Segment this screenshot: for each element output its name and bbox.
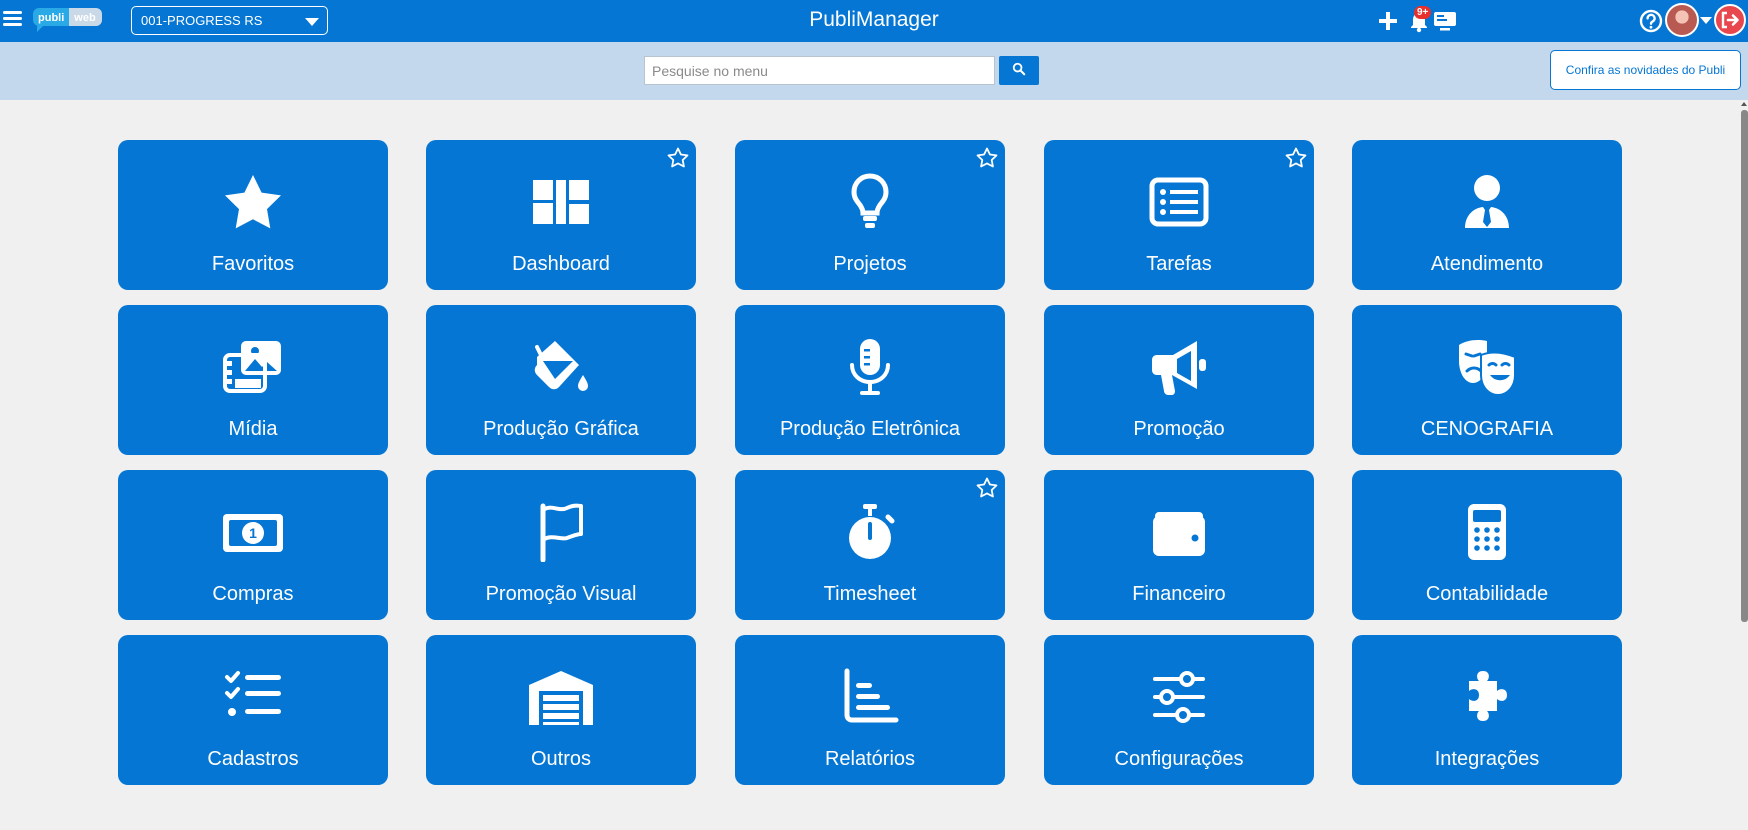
tile-cadastros[interactable]: Cadastros — [118, 635, 388, 785]
favorite-star-icon[interactable] — [1284, 146, 1308, 170]
company-select[interactable]: 001-PROGRESS RS — [131, 6, 328, 35]
tile-label: Outros — [530, 748, 592, 770]
tile-relatorios[interactable]: Relatórios — [735, 635, 1005, 785]
tile-atendimento[interactable]: Atendimento — [1352, 140, 1622, 290]
microphone-icon — [850, 339, 890, 395]
favorite-star-icon[interactable] — [975, 146, 999, 170]
tile-configuracoes[interactable]: Configurações — [1044, 635, 1314, 785]
list-card-icon — [1149, 177, 1209, 227]
scroll-thumb[interactable] — [1741, 110, 1748, 622]
warehouse-icon — [529, 671, 593, 725]
notification-badge: 9+ — [1414, 6, 1432, 19]
tile-outros[interactable]: Outros — [426, 635, 696, 785]
tile-label: Timesheet — [823, 583, 917, 605]
tile-label: Cadastros — [207, 748, 299, 770]
tile-label: Produção Gráfica — [483, 418, 639, 440]
tile-producao-eletronica[interactable]: Produção Eletrônica — [735, 305, 1005, 455]
star-icon — [225, 175, 281, 229]
paint-bucket-icon — [534, 341, 588, 391]
tile-label: Produção Eletrônica — [779, 418, 961, 440]
tile-projetos[interactable]: Projetos — [735, 140, 1005, 290]
chevron-down-icon — [305, 18, 319, 26]
tile-promocao[interactable]: Promoção — [1044, 305, 1314, 455]
tile-label: Contabilidade — [1425, 583, 1549, 605]
tile-promocao-visual[interactable]: Promoção Visual — [426, 470, 696, 620]
wallet-icon — [1153, 512, 1205, 556]
publiweb-logo[interactable]: publi web — [33, 8, 102, 32]
tile-label: Tarefas — [1146, 253, 1212, 275]
tile-label: Mídia — [228, 418, 278, 440]
tile-financeiro[interactable]: Financeiro — [1044, 470, 1314, 620]
puzzle-icon — [1469, 671, 1507, 721]
avatar[interactable] — [1665, 3, 1699, 37]
tile-label: Configurações — [1114, 748, 1244, 770]
tile-label: Compras — [212, 583, 294, 605]
logo-part-publi: publi — [33, 8, 70, 32]
tile-tarefas[interactable]: Tarefas — [1044, 140, 1314, 290]
lightbulb-icon — [851, 173, 889, 228]
logout-button[interactable] — [1714, 4, 1746, 36]
notifications-button[interactable]: 9+ — [1406, 6, 1432, 34]
plus-icon[interactable] — [1375, 8, 1401, 34]
tile-label: Dashboard — [512, 253, 610, 275]
megaphone-icon — [1152, 341, 1206, 395]
favorite-star-icon[interactable] — [975, 476, 999, 500]
scrollbar[interactable] — [1740, 100, 1748, 830]
tile-label: Promoção Visual — [485, 583, 637, 605]
tile-favoritos[interactable]: Favoritos — [118, 140, 388, 290]
tile-compras[interactable]: 1 Compras — [118, 470, 388, 620]
tile-label: Integrações — [1434, 748, 1540, 770]
theater-masks-icon — [1459, 340, 1516, 397]
search-button[interactable] — [999, 56, 1039, 85]
tile-producao-grafica[interactable]: Produção Gráfica — [426, 305, 696, 455]
favorite-star-icon[interactable] — [666, 146, 690, 170]
tile-cenografia[interactable]: CENOGRAFIA — [1352, 305, 1622, 455]
tile-label: Promoção — [1133, 418, 1225, 440]
tile-label: Relatórios — [824, 748, 916, 770]
dashboard-icon — [533, 180, 589, 224]
scroll-up-arrow[interactable] — [1741, 102, 1747, 106]
top-bar: publi web 001-PROGRESS RS PubliManager 9… — [0, 0, 1748, 42]
tile-contabilidade[interactable]: Contabilidade — [1352, 470, 1622, 620]
logout-icon — [1721, 11, 1739, 29]
tile-label: Projetos — [833, 253, 907, 275]
help-icon[interactable] — [1638, 8, 1664, 34]
logo-part-web: web — [69, 8, 102, 26]
tile-integracoes[interactable]: Integrações — [1352, 635, 1622, 785]
chevron-down-icon[interactable] — [1700, 17, 1712, 24]
search-strip: Confira as novidades do Publi — [0, 42, 1748, 100]
tile-label: Financeiro — [1132, 583, 1226, 605]
tile-label: Atendimento — [1430, 253, 1544, 275]
tile-dashboard[interactable]: Dashboard — [426, 140, 696, 290]
tile-label: Favoritos — [211, 253, 295, 275]
media-icon — [223, 341, 281, 393]
person-tie-icon — [1465, 175, 1509, 228]
sliders-icon — [1153, 671, 1205, 723]
tile-timesheet[interactable]: Timesheet — [735, 470, 1005, 620]
search-icon — [1012, 62, 1026, 76]
calculator-icon — [1468, 504, 1506, 560]
flag-icon — [540, 503, 583, 562]
search-input[interactable] — [644, 56, 995, 85]
svg-text:1: 1 — [249, 525, 257, 541]
checklist-icon — [225, 671, 281, 716]
money-bill-icon: 1 — [223, 514, 283, 552]
tile-midia[interactable]: Mídia — [118, 305, 388, 455]
menu-icon[interactable] — [2, 8, 24, 32]
bar-chart-icon — [844, 668, 899, 723]
tile-label: CENOGRAFIA — [1420, 418, 1554, 440]
company-select-value: 001-PROGRESS RS — [141, 13, 263, 28]
stopwatch-icon — [849, 504, 895, 559]
monitor-icon[interactable] — [1432, 8, 1458, 34]
news-button[interactable]: Confira as novidades do Publi — [1550, 50, 1741, 90]
